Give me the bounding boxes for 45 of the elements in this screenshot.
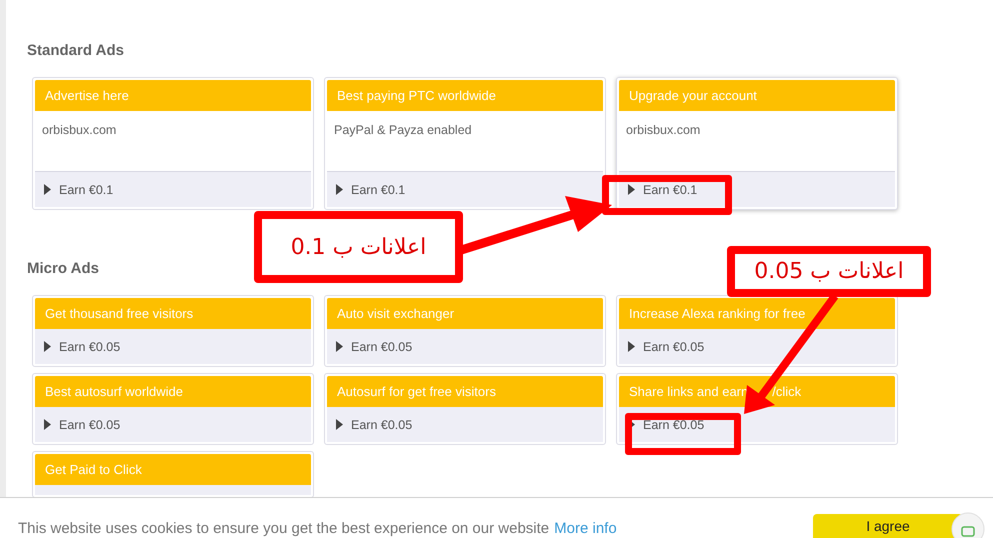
earn-amount: Earn €0.1 — [59, 182, 114, 196]
ad-title[interactable]: Get thousand free visitors — [35, 298, 311, 329]
ad-title[interactable]: Auto visit exchanger — [327, 298, 603, 329]
ad-title[interactable]: Increase Alexa ranking for free — [619, 298, 895, 329]
ad-card[interactable]: Autosurf for get free visitors Earn €0.05 — [324, 373, 606, 445]
ad-card[interactable]: Get thousand free visitors Earn €0.05 — [32, 295, 314, 367]
ad-card[interactable]: Advertise here orbisbux.com Earn €0.1 — [32, 77, 314, 210]
chat-icon[interactable] — [950, 511, 986, 538]
earn-amount: Earn €0.1 — [643, 182, 698, 196]
section-title: Standard Ads — [27, 42, 124, 59]
ad-card[interactable]: Best autosurf worldwide Earn €0.05 — [32, 373, 314, 445]
cookie-message: This website uses cookies to ensure you get the best experience on our website — [18, 520, 550, 537]
play-icon — [628, 341, 635, 352]
play-icon — [44, 341, 51, 352]
earn-amount: Earn €0.05 — [643, 340, 704, 354]
ad-title[interactable]: Best paying PTC worldwide — [327, 80, 603, 111]
play-icon — [336, 341, 343, 352]
ad-card[interactable]: Best paying PTC worldwide PayPal & Payza enabled Earn €0.1 — [324, 77, 606, 210]
earn-amount: Earn €0.05 — [351, 340, 412, 354]
earn-amount: Earn €0.1 — [351, 182, 406, 196]
ad-title[interactable]: Get Paid to Click — [35, 454, 311, 485]
ad-title[interactable]: Advertise here — [35, 80, 311, 111]
ad-description: orbisbux.com — [625, 122, 702, 139]
earn-amount: Earn €0.05 — [59, 418, 120, 432]
ad-card[interactable]: Increase Alexa ranking for free Earn €0.05 — [616, 295, 898, 367]
ad-title[interactable]: Upgrade your account — [619, 80, 895, 111]
ad-description: PayPal & Payza enabled — [333, 122, 473, 139]
play-icon — [336, 419, 343, 430]
annotation-label: اعلانات ب 0.05 — [727, 246, 931, 297]
ad-card[interactable]: Auto visit exchanger Earn €0.05 — [324, 295, 606, 367]
more-info-link[interactable]: More info — [554, 520, 617, 537]
ad-title[interactable]: Best autosurf worldwide — [35, 376, 311, 407]
earn-amount: Earn €0.05 — [59, 340, 120, 354]
ad-description: orbisbux.com — [41, 122, 118, 139]
section-title: Micro Ads — [27, 260, 99, 277]
play-icon — [44, 184, 51, 195]
play-icon — [628, 184, 635, 195]
earn-amount: Earn €0.05 — [643, 418, 704, 432]
ad-card[interactable]: Get Paid to Click — [32, 451, 314, 498]
ad-card[interactable]: Upgrade your account orbisbux.com Earn €0.1 — [616, 77, 898, 210]
earn-amount: Earn €0.05 — [351, 418, 412, 432]
play-icon — [44, 419, 51, 430]
annotation-label: اعلانات ب 0.1 — [254, 211, 463, 283]
ad-title[interactable]: Autosurf for get free visitors — [327, 376, 603, 407]
play-icon — [336, 184, 343, 195]
